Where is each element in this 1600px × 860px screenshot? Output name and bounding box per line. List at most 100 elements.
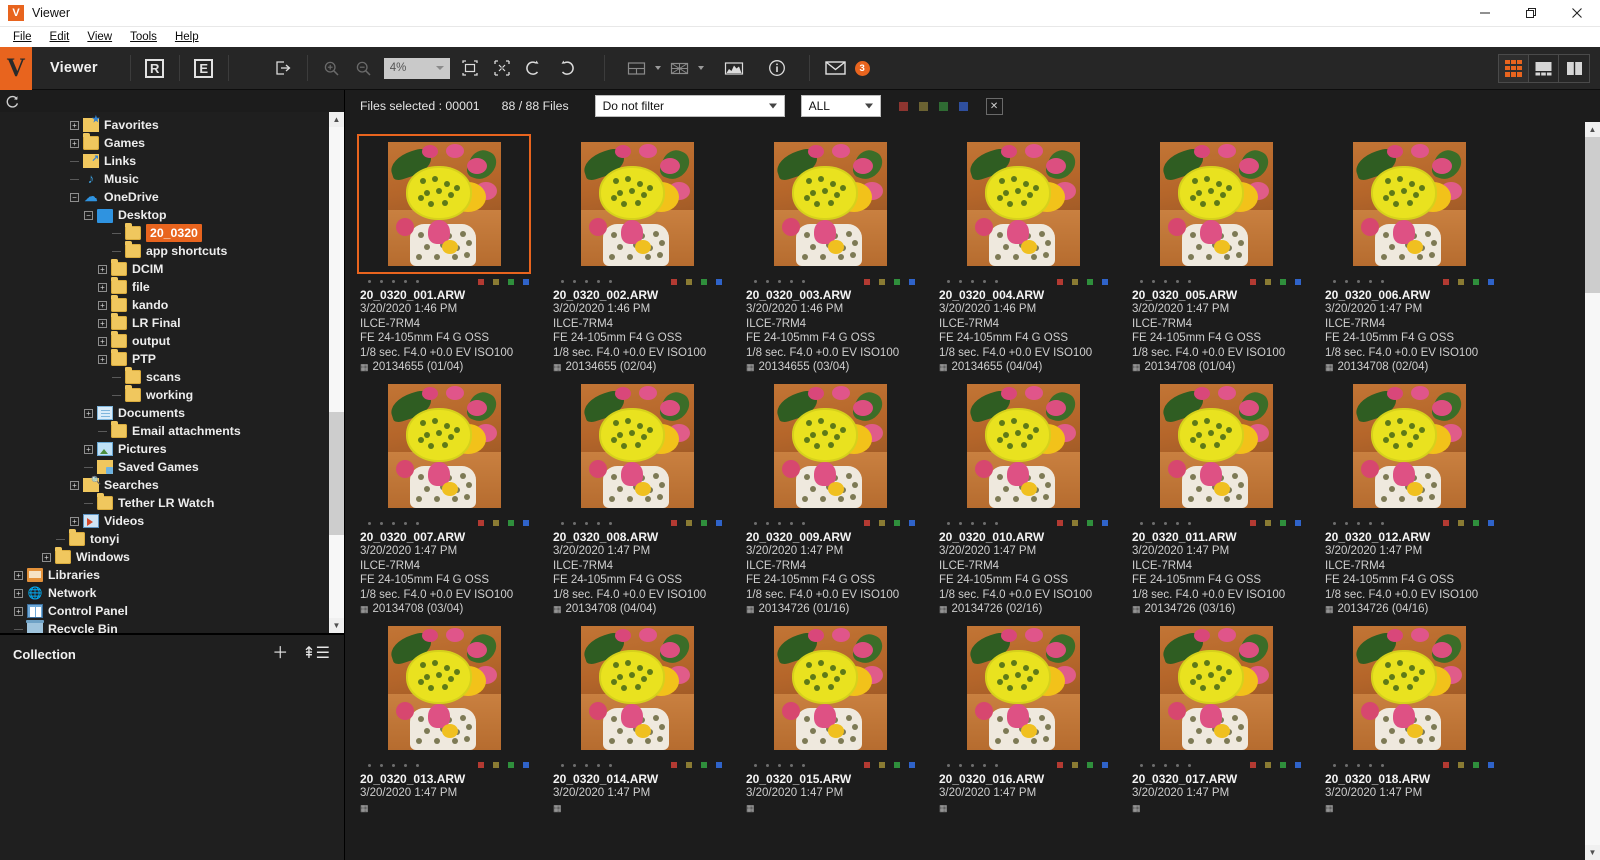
tree-item-pictures[interactable]: + Pictures: [0, 440, 329, 458]
rating-dot-3[interactable]: [1176, 521, 1179, 525]
rating-dot-1[interactable]: [959, 280, 962, 283]
color-label-1[interactable]: [493, 520, 499, 527]
tree-item-kando[interactable]: + kando: [0, 295, 329, 314]
color-labels[interactable]: [1250, 520, 1301, 527]
rating-dot-0[interactable]: [1333, 521, 1336, 525]
sort-list-icon[interactable]: ⇞☰: [302, 646, 330, 662]
rating-dot-1[interactable]: [573, 763, 576, 767]
rating-dot-2[interactable]: [585, 763, 588, 767]
zoom-level-input[interactable]: 4%: [383, 57, 450, 79]
color-label-1[interactable]: [1072, 278, 1078, 285]
color-label-2[interactable]: [894, 762, 900, 769]
color-label-1[interactable]: [1072, 520, 1078, 527]
rating-dot-3[interactable]: [790, 521, 793, 525]
color-labels[interactable]: [1250, 762, 1301, 769]
thumbnail-frame[interactable]: [1322, 618, 1496, 758]
rating-dot-3[interactable]: [1369, 280, 1372, 283]
rating-dot-2[interactable]: [392, 521, 395, 525]
expand-icon[interactable]: +: [70, 120, 79, 130]
thumbnail-frame[interactable]: [550, 376, 724, 516]
thumbnail-item[interactable]: 20_0320_016.ARW 3/20/2020 1:47 PM ▦: [936, 618, 1129, 815]
color-label-0[interactable]: [1057, 520, 1063, 527]
thumbnail-item[interactable]: 20_0320_009.ARW 3/20/2020 1:47 PM ILCE-7…: [743, 376, 936, 617]
thumbnail-item[interactable]: 20_0320_006.ARW 3/20/2020 1:47 PM ILCE-7…: [1322, 134, 1515, 375]
rating-dot-4[interactable]: [1381, 763, 1384, 767]
rating-stars[interactable]: [754, 763, 805, 767]
rating-stars[interactable]: [368, 763, 419, 767]
thumbnail-frame[interactable]: [550, 134, 724, 274]
rating-dot-2[interactable]: [971, 763, 974, 767]
collapse-icon[interactable]: −: [84, 210, 93, 220]
rating-dot-3[interactable]: [983, 763, 986, 767]
color-label-1[interactable]: [686, 278, 692, 285]
zoom-in-button[interactable]: [317, 54, 347, 82]
tree-item-music[interactable]: ♪ Music: [0, 170, 329, 188]
color-label-0[interactable]: [478, 520, 484, 527]
color-label-0[interactable]: [864, 762, 870, 769]
rating-dot-1[interactable]: [1345, 280, 1348, 283]
rating-dot-1[interactable]: [959, 521, 962, 525]
expand-icon[interactable]: +: [84, 408, 93, 418]
color-label-0[interactable]: [1250, 278, 1256, 285]
rating-dot-3[interactable]: [404, 280, 407, 283]
close-button[interactable]: [1554, 0, 1600, 26]
rating-dot-3[interactable]: [790, 763, 793, 767]
thumbnail-item[interactable]: 20_0320_011.ARW 3/20/2020 1:47 PM ILCE-7…: [1129, 376, 1322, 617]
rating-dot-0[interactable]: [368, 280, 371, 283]
scroll-track[interactable]: [329, 127, 344, 618]
rating-dot-0[interactable]: [368, 521, 371, 525]
rating-dot-2[interactable]: [971, 280, 974, 283]
color-label-3[interactable]: [1295, 278, 1301, 285]
tree-item-file[interactable]: + file: [0, 277, 329, 296]
color-labels[interactable]: [671, 278, 722, 285]
expand-icon[interactable]: +: [98, 282, 107, 292]
color-label-3[interactable]: [909, 762, 915, 769]
thumbnail-item[interactable]: 20_0320_013.ARW 3/20/2020 1:47 PM ▦: [357, 618, 550, 815]
rating-stars[interactable]: [368, 521, 419, 525]
rating-dot-3[interactable]: [983, 521, 986, 525]
color-label-1[interactable]: [493, 278, 499, 285]
tree-item-libraries[interactable]: + Libraries: [0, 566, 329, 584]
rating-dot-0[interactable]: [754, 763, 757, 767]
refresh-icon[interactable]: [5, 94, 20, 109]
rating-dot-2[interactable]: [778, 521, 781, 525]
expand-icon[interactable]: +: [98, 318, 107, 328]
open-external-button[interactable]: [268, 54, 298, 82]
color-label-1[interactable]: [1458, 762, 1464, 769]
thumbnail-frame[interactable]: [936, 134, 1110, 274]
rating-dot-4[interactable]: [609, 521, 612, 525]
tree-item-desktop[interactable]: − Desktop: [0, 206, 329, 224]
thumbnail-item[interactable]: 20_0320_004.ARW 3/20/2020 1:46 PM ILCE-7…: [936, 134, 1129, 375]
rating-dot-0[interactable]: [1140, 763, 1143, 767]
menu-file[interactable]: File: [4, 27, 41, 47]
color-label-3[interactable]: [1295, 762, 1301, 769]
rating-stars[interactable]: [1333, 280, 1384, 283]
color-label-0[interactable]: [671, 278, 677, 285]
color-label-1[interactable]: [1265, 520, 1271, 527]
color-label-3[interactable]: [1488, 762, 1494, 769]
color-labels[interactable]: [478, 278, 529, 285]
thumbnail-item[interactable]: 20_0320_015.ARW 3/20/2020 1:47 PM ▦: [743, 618, 936, 815]
color-label-2[interactable]: [508, 278, 514, 285]
expand-icon[interactable]: +: [70, 480, 79, 490]
color-label-0[interactable]: [1250, 520, 1256, 527]
scroll-down-icon[interactable]: ▼: [1585, 845, 1600, 860]
color-label-3[interactable]: [1295, 520, 1301, 527]
rating-stars[interactable]: [561, 521, 612, 525]
thumbnail-item[interactable]: 20_0320_005.ARW 3/20/2020 1:47 PM ILCE-7…: [1129, 134, 1322, 375]
rating-stars[interactable]: [561, 763, 612, 767]
tree-item-links[interactable]: Links: [0, 152, 329, 170]
rating-dot-0[interactable]: [561, 280, 564, 283]
rating-dot-2[interactable]: [585, 280, 588, 283]
rating-dot-4[interactable]: [1188, 763, 1191, 767]
color-label-chip-2[interactable]: [938, 101, 948, 111]
color-label-chip-1[interactable]: [918, 101, 928, 111]
color-labels[interactable]: [478, 520, 529, 527]
color-label-0[interactable]: [478, 762, 484, 769]
color-label-2[interactable]: [894, 278, 900, 285]
rating-dot-1[interactable]: [1152, 521, 1155, 525]
color-label-3[interactable]: [523, 278, 529, 285]
thumbnail-item[interactable]: 20_0320_017.ARW 3/20/2020 1:47 PM ▦: [1129, 618, 1322, 815]
color-label-3[interactable]: [909, 520, 915, 527]
rating-dot-1[interactable]: [766, 763, 769, 767]
